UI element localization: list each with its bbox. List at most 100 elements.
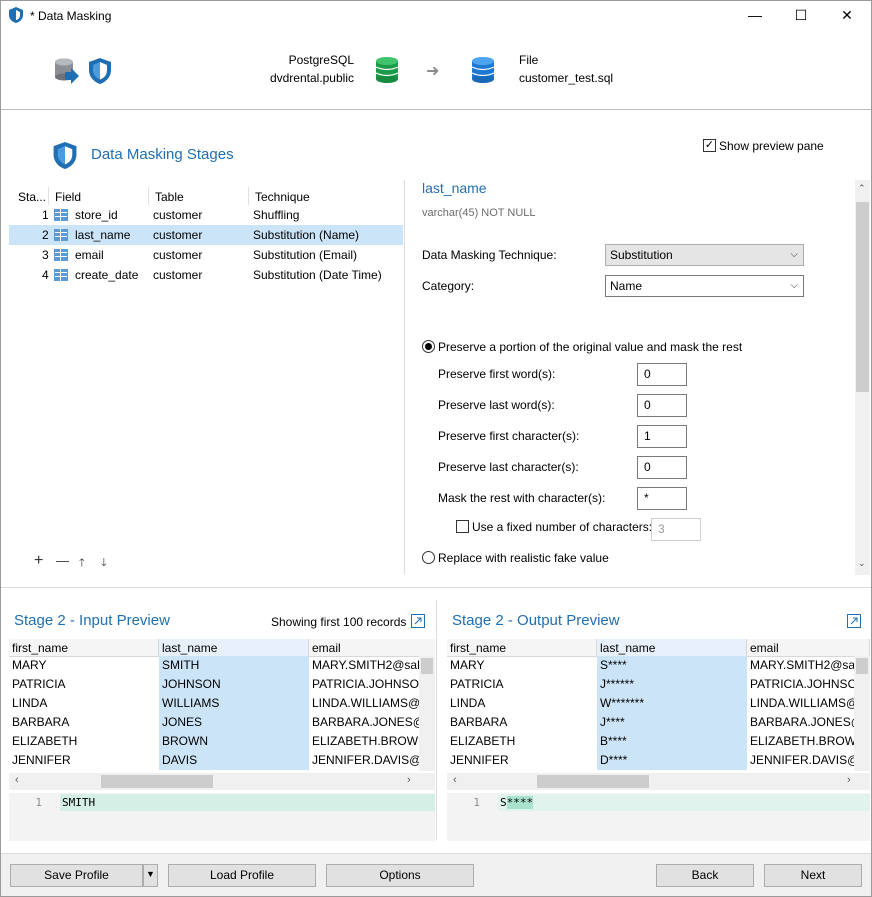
target-type: File	[519, 53, 539, 67]
output-vscroll-thumb[interactable]	[856, 658, 868, 674]
output-code-first: S	[500, 796, 507, 809]
output-code-masked: ****	[506, 796, 534, 809]
technique-dropdown[interactable]: Substitution ⌵	[605, 244, 804, 266]
output-cell: JENNIFER	[450, 753, 509, 767]
input-cell: PATRICIA	[12, 677, 66, 691]
input-cell: MARY.SMITH2@sakilacustomer.org	[312, 658, 419, 672]
expand-output-icon[interactable]	[847, 614, 861, 628]
pane-divider	[404, 180, 405, 574]
scroll-down-icon[interactable]: ⌄	[858, 558, 866, 569]
preserve-option-label: Preserve a portion of the original value…	[438, 340, 743, 354]
fixed-count-checkbox[interactable]	[456, 520, 469, 533]
output-col-last-name[interactable]: last_name	[597, 639, 747, 657]
remove-stage-button[interactable]: —	[56, 553, 69, 568]
output-col-email[interactable]: email	[747, 639, 870, 657]
move-up-button[interactable]: 🡑	[79, 554, 85, 573]
input-grid-vscroll[interactable]	[419, 656, 435, 771]
col-technique-header[interactable]: Technique	[255, 190, 310, 204]
input-hscroll-thumb[interactable]	[101, 775, 213, 788]
category-dropdown[interactable]: Name ⌵	[605, 275, 804, 297]
load-profile-button[interactable]: Load Profile	[168, 864, 316, 887]
input-cell: BARBARA.JONES@sakilacustomer.org	[312, 715, 419, 729]
field-type: varchar(45) NOT NULL	[422, 207, 536, 219]
preview-divider	[436, 600, 437, 840]
preserve-last-word-label: Preserve last word(s):	[438, 398, 555, 412]
preserve-radio[interactable]	[422, 340, 435, 353]
target-file-database-icon	[472, 57, 494, 83]
output-cell: MARY	[450, 658, 485, 672]
scroll-right-icon[interactable]: ›	[847, 774, 851, 786]
output-cell: MARY.SMITH2@sakilacustomer.org	[750, 658, 854, 672]
col-table-header[interactable]: Table	[155, 190, 184, 204]
input-col-email[interactable]: email	[309, 639, 435, 657]
output-cell: D****	[597, 751, 747, 770]
save-profile-button[interactable]: Save Profile	[10, 864, 143, 887]
input-cell: JOHNSON	[159, 675, 309, 694]
show-preview-checkbox[interactable]: ✓	[703, 139, 716, 152]
window-title: * Data Masking	[30, 9, 112, 23]
preserve-last-word-input[interactable]: 0	[637, 394, 687, 417]
scroll-left-icon[interactable]: ‹	[453, 774, 457, 786]
mask-char-input[interactable]: *	[637, 487, 687, 510]
input-cell: JENNIFER.DAVIS@sakilacustomer.org	[312, 753, 419, 767]
preserve-last-char-input[interactable]: 0	[637, 456, 687, 479]
move-down-button[interactable]: 🡓	[101, 554, 107, 573]
source-schema: dvdrental.public	[269, 71, 354, 85]
input-cell: PATRICIA.JOHNSON@sakilacustomer.org	[312, 677, 419, 691]
stage-table: customer	[153, 268, 203, 282]
minimize-button[interactable]: —	[732, 0, 778, 30]
preserve-first-char-input[interactable]: 1	[637, 425, 687, 448]
next-button[interactable]: Next	[764, 864, 862, 887]
stage-row[interactable]: 3 email customer Substitution (Email)	[9, 245, 403, 265]
scroll-up-icon[interactable]: ⌃	[858, 183, 866, 194]
input-code-value: SMITH	[62, 796, 96, 809]
options-button[interactable]: Options	[326, 864, 474, 887]
input-cell: BROWN	[159, 732, 309, 751]
save-profile-dropdown[interactable]: ▼	[143, 864, 158, 887]
field-icon	[54, 209, 68, 221]
input-vscroll-thumb[interactable]	[421, 658, 433, 674]
stage-field: create_date	[75, 268, 139, 282]
scroll-left-icon[interactable]: ‹	[15, 774, 19, 786]
maximize-button[interactable]: ☐	[778, 0, 824, 30]
stage-technique: Shuffling	[253, 208, 300, 222]
preserve-last-char-label: Preserve last character(s):	[438, 460, 579, 474]
input-cell: JONES	[159, 713, 309, 732]
output-hscroll-thumb[interactable]	[537, 775, 649, 788]
output-preview-grid[interactable]: first_name last_name email MARY S**** MA…	[447, 639, 870, 771]
stage-table: customer	[153, 228, 203, 242]
stage-technique: Substitution (Name)	[253, 228, 360, 242]
stage-row-selected[interactable]: 2 last_name customer Substitution (Name)	[9, 225, 403, 245]
stage-table: customer	[153, 248, 203, 262]
input-col-last-name[interactable]: last_name	[159, 639, 309, 657]
stage-row[interactable]: 1 store_id customer Shuffling	[9, 205, 403, 225]
output-grid-vscroll[interactable]	[854, 656, 870, 771]
stage-row[interactable]: 4 create_date customer Substitution (Dat…	[9, 265, 403, 285]
fixed-count-label: Use a fixed number of characters:	[472, 520, 653, 534]
caret-down-icon: ▼	[146, 869, 155, 879]
stage-field: store_id	[75, 208, 118, 222]
input-preview-grid[interactable]: first_name last_name email MARY SMITH MA…	[9, 639, 435, 771]
output-cell: S****	[597, 656, 747, 675]
back-button[interactable]: Back	[656, 864, 754, 887]
preserve-first-word-input[interactable]: 0	[637, 363, 687, 386]
fixed-count-input[interactable]: 3	[651, 518, 701, 541]
replace-radio[interactable]	[422, 551, 435, 564]
close-button[interactable]: ✕	[824, 0, 870, 30]
mask-char-label: Mask the rest with character(s):	[438, 491, 606, 505]
col-stage-header[interactable]: Sta...	[18, 190, 46, 204]
col-field-header[interactable]: Field	[55, 190, 81, 204]
expand-input-icon[interactable]	[411, 614, 425, 628]
scroll-right-icon[interactable]: ›	[407, 774, 411, 786]
output-line-number: 1	[473, 796, 480, 809]
input-grid-hscroll[interactable]: ‹ ›	[9, 773, 435, 790]
details-scrollbar[interactable]: ⌃ ⌄	[855, 180, 870, 575]
output-grid-hscroll[interactable]: ‹ ›	[447, 773, 870, 790]
details-scroll-thumb[interactable]	[856, 202, 869, 392]
output-col-first-name[interactable]: first_name	[447, 639, 597, 657]
preview-separator	[0, 587, 872, 588]
input-col-first-name[interactable]: first_name	[9, 639, 159, 657]
output-cell: W*******	[597, 694, 747, 713]
add-stage-button[interactable]: +	[34, 552, 43, 570]
showing-records-label: Showing first 100 records	[271, 615, 407, 629]
